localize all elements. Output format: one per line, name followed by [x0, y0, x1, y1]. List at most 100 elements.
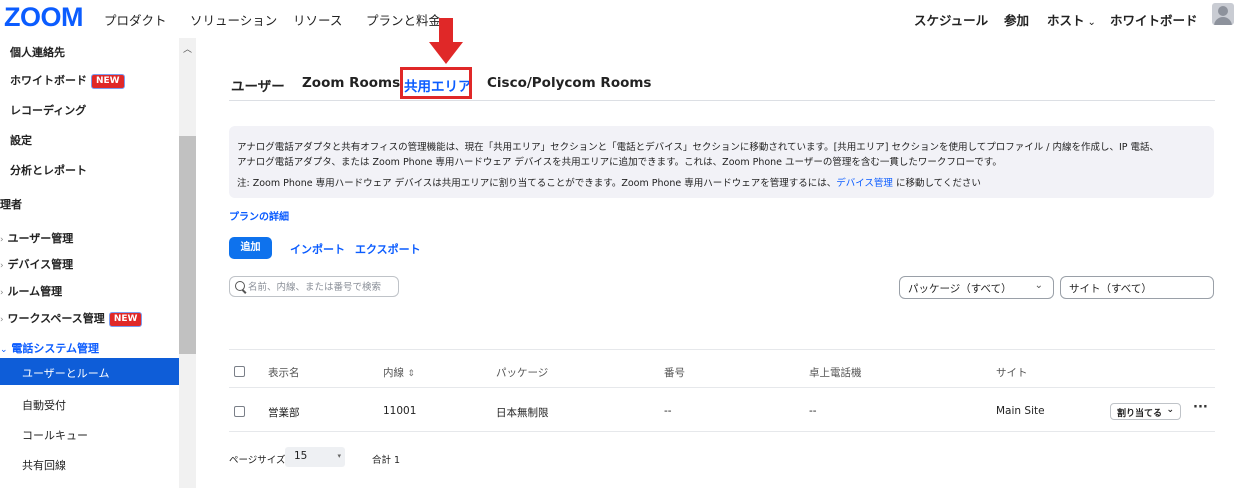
column-header-desk-phone: 卓上電話機 — [809, 367, 862, 379]
nav-host[interactable]: ホスト ⌄ — [1047, 10, 1096, 29]
chevron-down-icon: ⌄ — [1034, 280, 1043, 291]
select-all-checkbox[interactable] — [234, 366, 245, 377]
sidebar-item-phone-mgmt[interactable]: ⌄ 電話システム管理 — [0, 340, 99, 356]
table-row-divider — [229, 431, 1215, 432]
row-name-link[interactable]: 営業部 — [268, 405, 300, 420]
sidebar-item-whiteboard-label: ホワイトボード — [10, 74, 87, 87]
sidebar-item-auto-receptionist[interactable]: 自動受付 — [22, 397, 66, 413]
table-header-divider — [229, 387, 1215, 388]
sidebar-item-device-mgmt[interactable]: › デバイス管理 — [0, 256, 73, 272]
top-navigation: ZOOM プロダクト ソリューション リソース プランと料金 スケジュール 参加… — [0, 0, 1241, 38]
sidebar-item-user-mgmt-label: ユーザー管理 — [7, 232, 74, 245]
chevron-down-icon: ⌄ — [0, 345, 8, 355]
chevron-down-icon: ▾ — [337, 452, 341, 460]
sidebar-item-device-mgmt-label: デバイス管理 — [7, 258, 74, 271]
assign-button[interactable]: 割り当てる ⌄ — [1110, 403, 1181, 420]
new-badge: NEW — [91, 74, 125, 89]
info-notice: アナログ電話アダプタと共有オフィスの管理機能は、現在「共用エリア」セクションと「… — [229, 126, 1214, 198]
new-badge: NEW — [108, 312, 143, 327]
arrow-stem — [439, 18, 453, 44]
chevron-right-icon: › — [0, 315, 4, 325]
device-management-link[interactable]: デバイス管理 — [836, 178, 893, 189]
assign-button-label: 割り当てる — [1117, 409, 1163, 419]
sidebar-item-users-rooms-label: ユーザーとルーム — [22, 367, 110, 380]
sidebar-item-workspace-mgmt-label: ワークスペース管理 — [7, 312, 105, 325]
notice-line-3-text: 注: Zoom Phone 専用ハードウェア デバイスは共用エリアに割り当てるこ… — [237, 178, 837, 189]
import-link[interactable]: インポート — [290, 241, 345, 257]
package-filter-value: パッケージ（すべて） — [908, 283, 1012, 295]
nav-solutions[interactable]: ソリューション — [190, 10, 277, 29]
plan-details-link[interactable]: プランの詳細 — [229, 208, 289, 223]
nav-join[interactable]: 参加 — [1004, 10, 1029, 29]
export-link[interactable]: エクスポート — [355, 241, 421, 257]
notice-line-3: 注: Zoom Phone 専用ハードウェア デバイスは共用エリアに割り当てるこ… — [237, 175, 981, 189]
site-filter-select[interactable]: サイト（すべて） — [1060, 276, 1214, 299]
sidebar-item-settings[interactable]: 設定 — [10, 132, 32, 148]
sort-icon: ⇕ — [407, 369, 415, 379]
nav-schedule[interactable]: スケジュール — [914, 10, 988, 29]
tabs-divider — [229, 100, 1215, 101]
nav-host-label: ホスト — [1047, 13, 1085, 28]
total-count: 合計 1 — [372, 455, 401, 466]
search-icon — [235, 281, 245, 291]
red-arrow-annotation — [429, 18, 463, 64]
column-header-number: 番号 — [664, 367, 685, 379]
sidebar-scrollbar-thumb[interactable] — [179, 136, 196, 354]
column-header-site: サイト — [996, 367, 1028, 379]
notice-line-1: アナログ電話アダプタと共有オフィスの管理機能は、現在「共用エリア」セクションと「… — [237, 142, 1160, 153]
sidebar: ︿ 個人連絡先 ホワイトボード NEW レコーディング 設定 分析とレポート 理者… — [0, 38, 196, 488]
search-input[interactable] — [248, 279, 396, 295]
sidebar-item-user-mgmt[interactable]: › ユーザー管理 — [0, 230, 73, 246]
avatar[interactable] — [1212, 3, 1234, 25]
zoom-logo[interactable]: ZOOM — [4, 2, 84, 33]
chevron-right-icon: › — [0, 261, 4, 271]
notice-line-3-tail: に移動してください — [892, 178, 981, 189]
sidebar-section-admin: 理者 — [0, 198, 22, 211]
column-header-extension-label: 内線 — [383, 367, 404, 379]
chevron-down-icon: ⌄ — [1087, 17, 1096, 28]
sidebar-item-recording[interactable]: レコーディング — [10, 102, 86, 118]
nav-whiteboard[interactable]: ホワイトボード — [1110, 10, 1198, 29]
column-header-name: 表示名 — [268, 367, 300, 379]
nav-pricing[interactable]: プランと料金 — [366, 10, 441, 29]
more-options-icon[interactable]: ··· — [1193, 400, 1208, 415]
sidebar-item-room-mgmt[interactable]: › ルーム管理 — [0, 283, 62, 299]
table-top-divider — [229, 349, 1215, 350]
chevron-right-icon: › — [0, 288, 4, 298]
column-header-package: パッケージ — [496, 367, 549, 379]
row-package: 日本無制限 — [496, 407, 549, 419]
sidebar-item-reports[interactable]: 分析とレポート — [10, 162, 87, 178]
row-extension: 11001 — [383, 405, 417, 417]
tab-cisco-polycom[interactable]: Cisco/Polycom Rooms — [487, 75, 651, 91]
column-header-extension[interactable]: 内線 ⇕ — [383, 365, 415, 380]
tab-zoom-rooms[interactable]: Zoom Rooms — [302, 75, 400, 91]
package-filter-select[interactable]: パッケージ（すべて） ⌄ — [899, 276, 1054, 299]
nav-products[interactable]: プロダクト — [104, 10, 167, 29]
row-checkbox[interactable] — [234, 406, 245, 417]
sidebar-item-contacts[interactable]: 個人連絡先 — [10, 44, 65, 60]
page-size-label: ページサイズ — [229, 455, 286, 466]
notice-line-2: アナログ電話アダプタ、または Zoom Phone 専用ハードウェア デバイスを… — [237, 157, 1002, 168]
tab-users[interactable]: ユーザー — [231, 75, 285, 95]
sidebar-item-room-mgmt-label: ルーム管理 — [7, 285, 63, 298]
add-button[interactable]: 追加 — [229, 237, 272, 259]
row-desk-phone: -- — [809, 405, 817, 417]
page-size-select[interactable]: 15 ▾ — [285, 447, 345, 467]
search-box[interactable] — [229, 276, 399, 297]
arrow-head — [429, 42, 463, 64]
sidebar-item-call-queue[interactable]: コールキュー — [22, 427, 88, 443]
row-site: Main Site — [996, 405, 1045, 417]
sidebar-item-workspace-mgmt[interactable]: › ワークスペース管理 NEW — [0, 310, 143, 327]
site-filter-value: サイト（すべて） — [1069, 283, 1152, 295]
sidebar-item-whiteboard[interactable]: ホワイトボード NEW — [10, 72, 125, 89]
sidebar-item-phone-mgmt-label: 電話システム管理 — [11, 342, 100, 355]
chevron-up-icon[interactable]: ︿ — [183, 42, 192, 55]
chevron-down-icon: ⌄ — [1166, 405, 1174, 415]
row-number: -- — [664, 405, 672, 417]
sidebar-item-shared-lines[interactable]: 共有回線 — [22, 457, 66, 473]
highlight-box-annotation — [400, 67, 472, 99]
sidebar-item-users-rooms[interactable]: ユーザーとルーム — [0, 358, 179, 385]
chevron-right-icon: › — [0, 235, 4, 245]
page-size-value: 15 — [294, 450, 308, 462]
nav-resources[interactable]: リソース — [293, 10, 342, 29]
